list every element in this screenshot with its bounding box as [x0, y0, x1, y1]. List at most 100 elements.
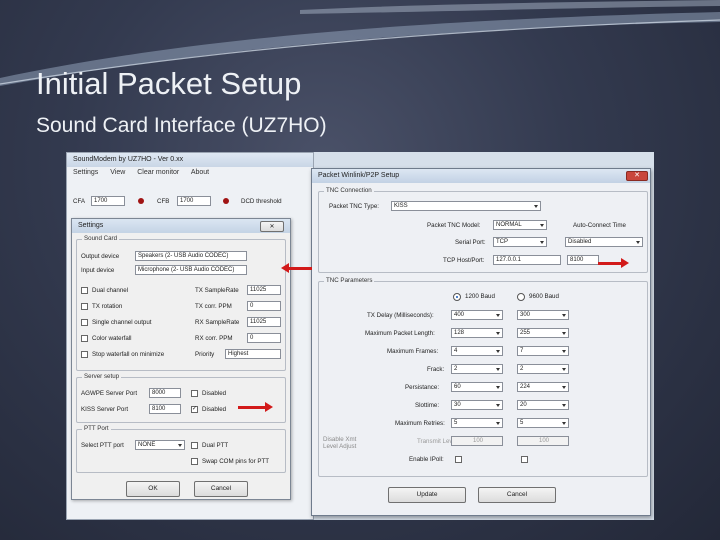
cfb-input[interactable]: 1700	[177, 196, 211, 206]
winlink-close-icon[interactable]: ✕	[626, 171, 648, 181]
soundmodem-menu: Settings View Clear monitor About	[73, 169, 219, 176]
kiss-port-input[interactable]: 8100	[149, 404, 181, 414]
single-channel-output-checkbox[interactable]	[81, 319, 88, 326]
ptt-select[interactable]: NONE	[135, 440, 185, 450]
settings-dialog: Settings ✕ Sound Card Output device Spea…	[71, 218, 291, 500]
rx-corr-ppm-input[interactable]: 0	[247, 333, 281, 343]
serial-port-label: Serial Port:	[455, 239, 486, 246]
slide-subtitle: Sound Card Interface (UZ7HO)	[36, 114, 327, 137]
param-9600-select-5[interactable]: 20	[517, 400, 569, 410]
output-device-select[interactable]: Speakers (2- USB Audio CODEC)	[135, 251, 247, 261]
param-1200-select-5[interactable]: 30	[451, 400, 503, 410]
param-1200-select-3[interactable]: 2	[451, 364, 503, 374]
tnc-parameters-group-title: TNC Parameters	[324, 277, 375, 284]
priority-select[interactable]: Highest	[225, 349, 281, 359]
agw-disabled-label: Disabled	[202, 390, 227, 397]
baud1200-radio[interactable]	[453, 293, 461, 301]
param-1200-select-4[interactable]: 60	[451, 382, 503, 392]
param-1200-select-2[interactable]: 4	[451, 346, 503, 356]
param-label-1: Maximum Packet Length:	[365, 330, 435, 337]
slide-title: Initial Packet Setup	[36, 66, 302, 101]
tx-samplerate-input[interactable]: 11025	[247, 285, 281, 295]
kiss-disabled-checkbox[interactable]: ✓	[191, 406, 198, 413]
param-9600-select-3[interactable]: 2	[517, 364, 569, 374]
param-9600-select-6[interactable]: 5	[517, 418, 569, 428]
sound-card-group: Sound Card Output device Speakers (2- US…	[76, 235, 286, 371]
param-label-5: Slottime:	[415, 402, 440, 409]
tnc-type-label: Packet TNC Type:	[329, 203, 379, 210]
input-device-label: Input device	[81, 267, 115, 274]
cfa-input[interactable]: 1700	[91, 196, 125, 206]
param-1200-select-0[interactable]: 400	[451, 310, 503, 320]
cfb-label: CFB	[157, 198, 170, 205]
rx-samplerate-label: RX SampleRate	[195, 319, 240, 326]
transmit-level-9600[interactable]: 100	[517, 436, 569, 446]
menu-view[interactable]: View	[110, 169, 125, 176]
dcd-label: DCD threshold	[241, 198, 282, 205]
output-device-label: Output device	[81, 253, 120, 260]
menu-settings[interactable]: Settings	[73, 169, 98, 176]
tcp-host-input[interactable]: 127.0.0.1	[493, 255, 561, 265]
swap-com-label: Swap COM pins for PTT	[202, 458, 270, 465]
ipoll-9600-checkbox[interactable]	[521, 456, 528, 463]
swap-com-checkbox[interactable]	[191, 458, 198, 465]
dual-ptt-label: Dual PTT	[202, 442, 229, 449]
baud1200-label: 1200 Baud	[465, 293, 495, 300]
param-1200-select-6[interactable]: 5	[451, 418, 503, 428]
param-9600-select-4[interactable]: 224	[517, 382, 569, 392]
param-9600-select-2[interactable]: 7	[517, 346, 569, 356]
autoconnect-select[interactable]: Disabled	[565, 237, 643, 247]
dual-channel-checkbox[interactable]	[81, 287, 88, 294]
color-waterfall-checkbox[interactable]	[81, 335, 88, 342]
settings-ok-button[interactable]: OK	[126, 481, 180, 497]
kiss-port-label: KISS Server Port	[81, 406, 129, 413]
tcp-port-input[interactable]: 8100	[567, 255, 599, 265]
agw-port-input[interactable]: 8000	[149, 388, 181, 398]
winlink-cancel-button[interactable]: Cancel	[478, 487, 556, 503]
tx-rotation-label: TX rotation	[92, 303, 123, 310]
tnc-connection-group-title: TNC Connection	[324, 187, 374, 194]
stop-waterfall-checkbox[interactable]	[81, 351, 88, 358]
priority-label: Priority	[195, 351, 215, 358]
tnc-parameters-group: TNC Parameters 1200 Baud 9600 Baud TX De…	[318, 277, 648, 477]
dual-ptt-checkbox[interactable]	[191, 442, 198, 449]
tcp-host-label: TCP Host/Port:	[443, 257, 485, 264]
menu-clear-monitor[interactable]: Clear monitor	[137, 169, 179, 176]
tnc-model-label: Packet TNC Model:	[427, 222, 481, 229]
cfa-indicator-icon	[138, 198, 144, 204]
tnc-connection-group: TNC Connection Packet TNC Type: KISS Pac…	[318, 187, 648, 273]
menu-about[interactable]: About	[191, 169, 209, 176]
tx-rotation-checkbox[interactable]	[81, 303, 88, 310]
arrow-tcp-port	[598, 258, 629, 268]
update-button[interactable]: Update	[388, 487, 466, 503]
serial-port-select[interactable]: TCP	[493, 237, 547, 247]
tnc-type-select[interactable]: KISS	[391, 201, 541, 211]
cfa-label: CFA	[73, 198, 86, 205]
agw-port-label: AGWPE Server Port	[81, 390, 138, 397]
ptt-port-group: PTT Port Select PTT port NONE Dual PTT S…	[76, 425, 286, 473]
param-label-0: TX Delay (Milliseconds):	[367, 312, 434, 319]
settings-title: Settings	[78, 222, 104, 229]
rx-samplerate-input[interactable]: 11025	[247, 317, 281, 327]
winlink-titlebar: Packet Winlink/P2P Setup	[312, 169, 650, 183]
baud9600-radio[interactable]	[517, 293, 525, 301]
param-9600-select-0[interactable]: 300	[517, 310, 569, 320]
server-setup-group-title: Server setup	[82, 373, 122, 380]
agw-disabled-checkbox[interactable]	[191, 390, 198, 397]
settings-close-button[interactable]: ✕	[260, 221, 284, 232]
param-label-2: Maximum Frames:	[387, 348, 439, 355]
tnc-model-select[interactable]: NORMAL	[493, 220, 547, 230]
transmit-level-1200[interactable]: 100	[451, 436, 503, 446]
param-9600-select-1[interactable]: 255	[517, 328, 569, 338]
tx-corr-ppm-input[interactable]: 0	[247, 301, 281, 311]
settings-titlebar: Settings	[72, 219, 290, 233]
param-1200-select-1[interactable]: 128	[451, 328, 503, 338]
input-device-select[interactable]: Microphone (2- USB Audio CODEC)	[135, 265, 247, 275]
settings-cancel-button[interactable]: Cancel	[194, 481, 248, 497]
server-setup-group: Server setup AGWPE Server Port 8000 Disa…	[76, 373, 286, 423]
ipoll-1200-checkbox[interactable]	[455, 456, 462, 463]
tx-corr-ppm-label: TX corr. PPM	[195, 303, 232, 310]
winlink-setup-dialog: Packet Winlink/P2P Setup ✕ TNC Connectio…	[311, 168, 651, 516]
color-waterfall-label: Color waterfall	[92, 335, 132, 342]
enable-ipoll-label: Enable IPoll:	[409, 456, 444, 463]
